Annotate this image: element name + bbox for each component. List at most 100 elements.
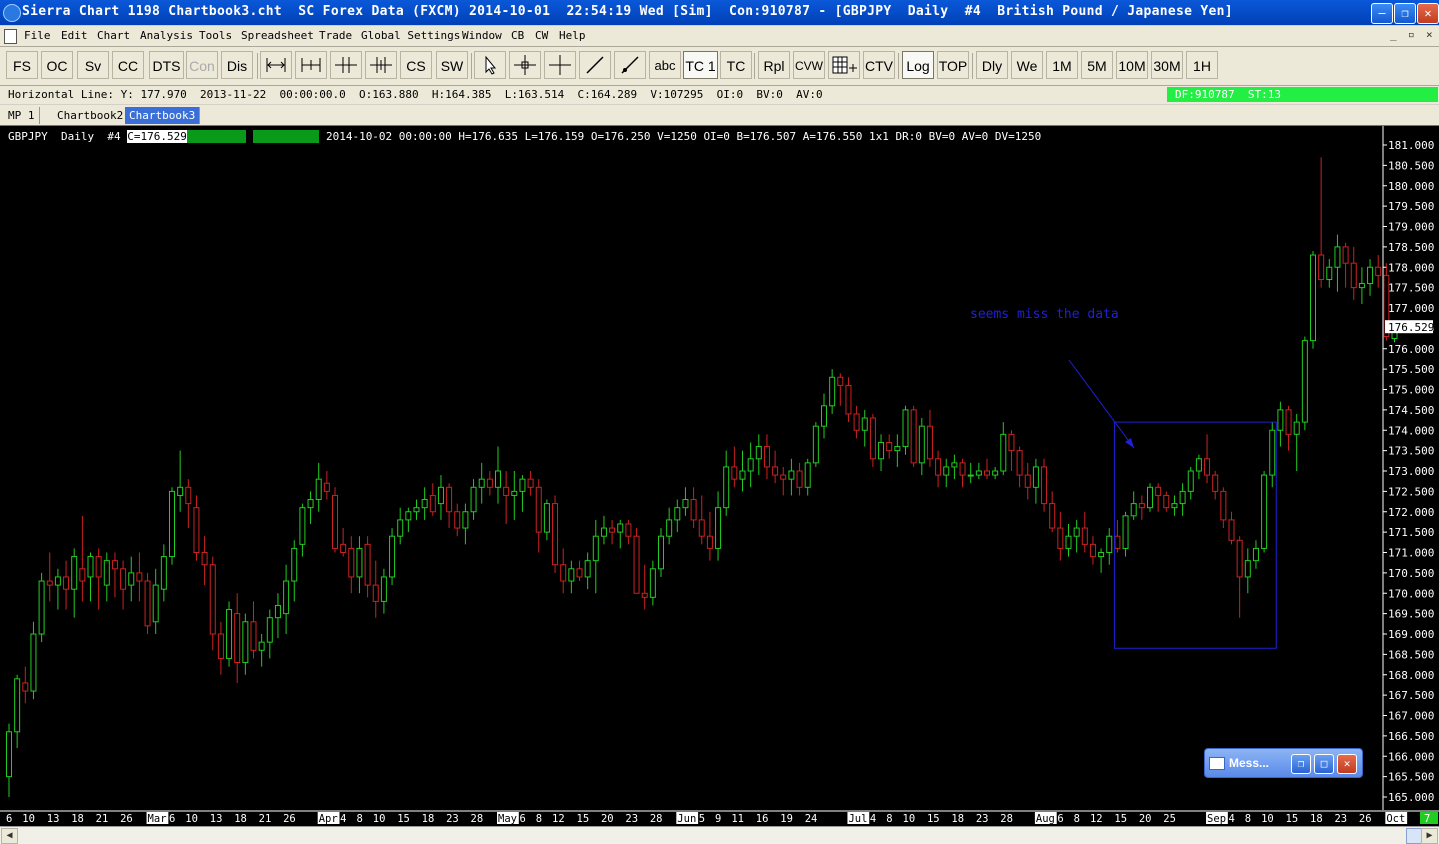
price-chart[interactable]: 181.000 180.500 180.000 179.500 179.000 178.5… (0, 126, 1439, 826)
daily-button[interactable]: Dly (976, 51, 1008, 79)
tab-chartbook3[interactable]: Chartbook3 (125, 107, 201, 124)
scale-expand-icon (301, 58, 321, 72)
candle-body (1277, 409, 1284, 431)
candle-body (568, 568, 575, 582)
menu-edit[interactable]: Edit (61, 29, 88, 42)
title-bar[interactable]: Sierra Chart 1198 Chartbook3.cht SC Fore… (0, 0, 1439, 25)
candle-body (421, 499, 428, 509)
candle-body (1187, 470, 1194, 492)
message-restore-button[interactable]: ❐ (1291, 754, 1311, 774)
crosshair-line-button[interactable] (544, 51, 576, 79)
menu-help[interactable]: Help (559, 29, 586, 42)
document-icon[interactable] (4, 29, 17, 44)
crosshair-button[interactable] (509, 51, 541, 79)
sierra-chart-app-icon[interactable] (3, 4, 21, 22)
scale-compress-button[interactable] (260, 51, 292, 79)
cs-button[interactable]: CS (400, 51, 432, 79)
tc2-button[interactable]: TC 2 (720, 51, 752, 102)
candle-body (291, 547, 298, 582)
candle-body (1252, 547, 1259, 562)
candle-body (1049, 503, 1056, 529)
candle-body (519, 478, 526, 492)
day-tick-label: 15 (927, 813, 940, 825)
dts-button[interactable]: DTS (149, 51, 184, 79)
weekly-button[interactable]: We (1011, 51, 1043, 79)
disconnect-button[interactable]: Dis (221, 51, 253, 79)
line-draw-button[interactable] (579, 51, 611, 79)
drawing-info: Horizontal Line: Y: 177.970 2013-11-22 0… (8, 88, 823, 101)
5-minute-button[interactable]: 5M (1081, 51, 1113, 79)
candle-body (682, 499, 689, 509)
candle-body (1057, 527, 1064, 549)
scroll-left-arrow-icon[interactable]: ◀ (1, 828, 18, 844)
candle-body (951, 462, 958, 468)
10-minute-button[interactable]: 10M (1116, 51, 1148, 79)
1-minute-button[interactable]: 1M (1046, 51, 1078, 79)
menu-chart[interactable]: Chart (97, 29, 130, 42)
candle-body (1073, 527, 1080, 537)
scroll-right-arrow-icon[interactable]: ▶ (1421, 828, 1438, 844)
scale-expand-button[interactable] (295, 51, 327, 79)
sw-button[interactable]: SW (436, 51, 468, 79)
tab-mp1[interactable]: MP 1 (4, 107, 40, 124)
pointer-button[interactable] (474, 51, 506, 79)
menu-trade[interactable]: Trade (319, 29, 352, 42)
1-hour-button[interactable]: 1H (1186, 51, 1218, 79)
candle-body (1130, 503, 1137, 517)
horizontal-scrollbar[interactable]: ◀ ▶ (0, 826, 1439, 844)
fs-button[interactable]: FS (6, 51, 38, 79)
tab-chartbook2[interactable]: Chartbook2 (53, 107, 129, 124)
text-tool-button[interactable]: abc (649, 51, 681, 79)
log-scale-button[interactable]: Log (902, 51, 934, 79)
mdi-minimize-button[interactable]: _ (1390, 28, 1397, 41)
candle-body (389, 535, 396, 578)
candle-body (1228, 519, 1235, 541)
ray-draw-button[interactable] (614, 51, 646, 79)
menu-cb[interactable]: CB (511, 29, 524, 42)
candle-body (470, 486, 477, 513)
menu-window[interactable]: Window (462, 29, 502, 42)
cvw-button[interactable]: CVW (793, 51, 825, 79)
menu-tools[interactable]: Tools (199, 29, 232, 42)
restore-button[interactable]: ❐ (1394, 3, 1416, 24)
candle-body (1342, 246, 1349, 264)
spacing-out-button[interactable] (365, 51, 397, 79)
candlestick-chart[interactable]: 181.000 180.500 180.000 179.500 179.000 178.5… (0, 126, 1439, 826)
30-minute-button[interactable]: 30M (1151, 51, 1183, 79)
crosshair-icon (514, 55, 536, 75)
cc-button[interactable]: CC (112, 51, 144, 79)
message-window-title: Mess... (1229, 756, 1270, 770)
pointer-icon (485, 55, 497, 75)
minimize-button[interactable]: – (1371, 3, 1393, 24)
toolbar-separator (471, 53, 472, 79)
menu-spreadsheet[interactable]: Spreadsheet (241, 29, 314, 42)
close-button[interactable]: ✕ (1417, 3, 1439, 24)
replay-button[interactable]: Rpl (758, 51, 790, 79)
calculator-button[interactable] (828, 51, 860, 79)
top-button[interactable]: TOP (937, 51, 969, 79)
oc-button[interactable]: OC (41, 51, 73, 79)
candle-body (340, 543, 347, 554)
candle-body (71, 556, 78, 590)
menu-file[interactable]: File (24, 29, 51, 42)
message-maximize-button[interactable]: □ (1314, 754, 1334, 774)
scroll-thumb[interactable] (1406, 828, 1422, 844)
spacing-in-button[interactable] (330, 51, 362, 79)
day-tick-label: 23 (976, 813, 989, 825)
tc1-button[interactable]: TC 1 (683, 51, 718, 79)
message-close-button[interactable]: ✕ (1337, 754, 1357, 774)
menu-cw[interactable]: CW (535, 29, 548, 42)
sv-button[interactable]: Sv (77, 51, 109, 79)
connect-button[interactable]: Con (186, 51, 218, 79)
day-tick-label: 18 (951, 813, 964, 825)
mdi-restore-button[interactable]: ▫ (1408, 28, 1415, 41)
candle-body (462, 511, 469, 529)
ctv-button[interactable]: CTV (863, 51, 895, 79)
day-tick-label: 24 (805, 813, 818, 825)
mdi-close-button[interactable]: × (1426, 28, 1433, 41)
price-tick-label: 171.000 (1388, 547, 1434, 560)
message-window[interactable]: Mess... ❐ □ ✕ (1204, 748, 1363, 778)
menu-analysis[interactable]: Analysis (140, 29, 193, 42)
candle-body (405, 511, 412, 521)
menu-global-settings[interactable]: Global Settings (361, 29, 460, 42)
